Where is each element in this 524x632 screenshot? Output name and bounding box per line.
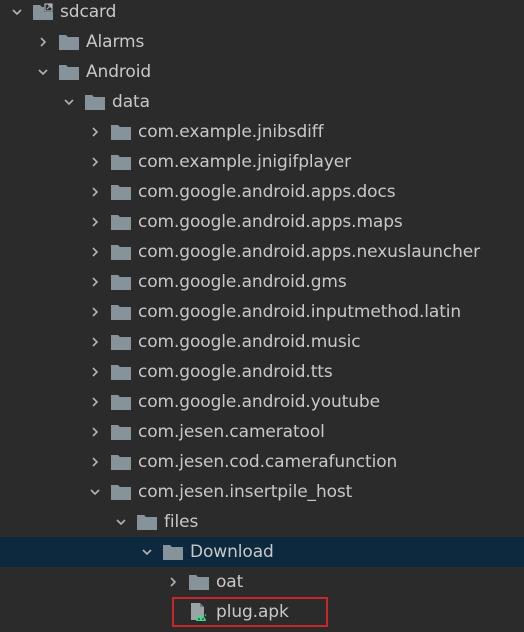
tree-item[interactable]: data bbox=[0, 87, 524, 117]
folder-icon bbox=[162, 543, 184, 561]
tree-item[interactable]: com.google.android.inputmethod.latin bbox=[0, 297, 524, 327]
tree-item-label: sdcard bbox=[60, 2, 117, 22]
tree-item[interactable]: com.jesen.cameratool bbox=[0, 417, 524, 447]
tree-item-label: com.google.android.apps.maps bbox=[138, 212, 403, 232]
tree-item-label: Android bbox=[86, 62, 152, 82]
chevron-right-icon[interactable] bbox=[166, 575, 180, 589]
chevron-right-icon[interactable] bbox=[88, 335, 102, 349]
tree-item[interactable]: Alarms bbox=[0, 27, 524, 57]
chevron-right-icon[interactable] bbox=[88, 245, 102, 259]
folder-icon bbox=[110, 423, 132, 441]
highlight-box bbox=[172, 597, 328, 627]
tree-item-label: com.google.android.inputmethod.latin bbox=[138, 302, 462, 322]
tree-item[interactable]: sdcard bbox=[0, 0, 524, 27]
folder-icon bbox=[110, 153, 132, 171]
chevron-right-icon[interactable] bbox=[88, 365, 102, 379]
tree-item-label: com.example.jnibsdiff bbox=[138, 122, 324, 142]
folder-icon bbox=[110, 453, 132, 471]
tree-item-label: com.google.android.apps.nexuslauncher bbox=[138, 242, 481, 262]
tree-item[interactable]: com.google.android.apps.nexuslauncher bbox=[0, 237, 524, 267]
tree-item[interactable]: com.google.android.apps.maps bbox=[0, 207, 524, 237]
folder-icon bbox=[110, 183, 132, 201]
chevron-right-icon[interactable] bbox=[36, 35, 50, 49]
folder-icon bbox=[110, 213, 132, 231]
folder-icon bbox=[84, 93, 106, 111]
chevron-right-icon[interactable] bbox=[88, 125, 102, 139]
tree-item[interactable]: com.google.android.gms bbox=[0, 267, 524, 297]
chevron-right-icon[interactable] bbox=[88, 455, 102, 469]
tree-item[interactable]: com.example.jnigifplayer bbox=[0, 147, 524, 177]
folder-icon bbox=[110, 123, 132, 141]
tree-item-label: com.google.android.gms bbox=[138, 272, 347, 292]
tree-item[interactable]: com.google.android.apps.docs bbox=[0, 177, 524, 207]
folder-icon bbox=[136, 513, 158, 531]
tree-item[interactable]: Android bbox=[0, 57, 524, 87]
chevron-down-icon[interactable] bbox=[88, 485, 102, 499]
tree-item-label: com.jesen.insertpile_host bbox=[138, 482, 353, 502]
tree-item-label: com.example.jnigifplayer bbox=[138, 152, 352, 172]
folder-icon bbox=[58, 33, 80, 51]
tree-item-label: files bbox=[164, 512, 199, 532]
tree-item-label: com.google.android.tts bbox=[138, 362, 333, 382]
folder-icon bbox=[110, 483, 132, 501]
chevron-right-icon[interactable] bbox=[88, 185, 102, 199]
chevron-down-icon[interactable] bbox=[36, 65, 50, 79]
tree-item[interactable]: com.google.android.tts bbox=[0, 357, 524, 387]
tree-item-label: com.google.android.youtube bbox=[138, 392, 380, 412]
tree-item[interactable]: Download bbox=[0, 537, 524, 567]
chevron-right-icon[interactable] bbox=[88, 395, 102, 409]
folder-icon bbox=[110, 363, 132, 381]
tree-item[interactable]: com.jesen.cod.camerafunction bbox=[0, 447, 524, 477]
chevron-right-icon[interactable] bbox=[88, 155, 102, 169]
sdcard-folder-icon bbox=[32, 3, 54, 21]
chevron-down-icon[interactable] bbox=[62, 95, 76, 109]
chevron-down-icon[interactable] bbox=[114, 515, 128, 529]
file-tree: sdcard Alarms Android data com.example.jnibs… bbox=[0, 0, 524, 632]
chevron-right-icon[interactable] bbox=[88, 425, 102, 439]
tree-item-label: data bbox=[112, 92, 150, 112]
folder-icon bbox=[110, 243, 132, 261]
folder-icon bbox=[110, 303, 132, 321]
folder-icon bbox=[110, 333, 132, 351]
tree-item-label: com.jesen.cameratool bbox=[138, 422, 325, 442]
chevron-right-icon[interactable] bbox=[88, 215, 102, 229]
folder-icon bbox=[110, 393, 132, 411]
tree-item[interactable]: files bbox=[0, 507, 524, 537]
chevron-right-icon[interactable] bbox=[88, 275, 102, 289]
tree-item[interactable]: com.google.android.youtube bbox=[0, 387, 524, 417]
tree-item[interactable]: com.example.jnibsdiff bbox=[0, 117, 524, 147]
chevron-right-icon[interactable] bbox=[88, 305, 102, 319]
tree-item-label: Download bbox=[190, 542, 274, 562]
tree-item[interactable]: oat bbox=[0, 567, 524, 597]
tree-item[interactable]: com.jesen.insertpile_host bbox=[0, 477, 524, 507]
tree-item[interactable]: com.google.android.music bbox=[0, 327, 524, 357]
folder-icon bbox=[110, 273, 132, 291]
folder-icon bbox=[188, 573, 210, 591]
tree-item-label: com.google.android.apps.docs bbox=[138, 182, 396, 202]
chevron-down-icon[interactable] bbox=[140, 545, 154, 559]
tree-item-label: com.google.android.music bbox=[138, 332, 361, 352]
folder-icon bbox=[58, 63, 80, 81]
chevron-down-icon[interactable] bbox=[10, 5, 24, 19]
tree-item-label: com.jesen.cod.camerafunction bbox=[138, 452, 398, 472]
tree-item-label: Alarms bbox=[86, 32, 145, 52]
tree-item-label: oat bbox=[216, 572, 244, 592]
